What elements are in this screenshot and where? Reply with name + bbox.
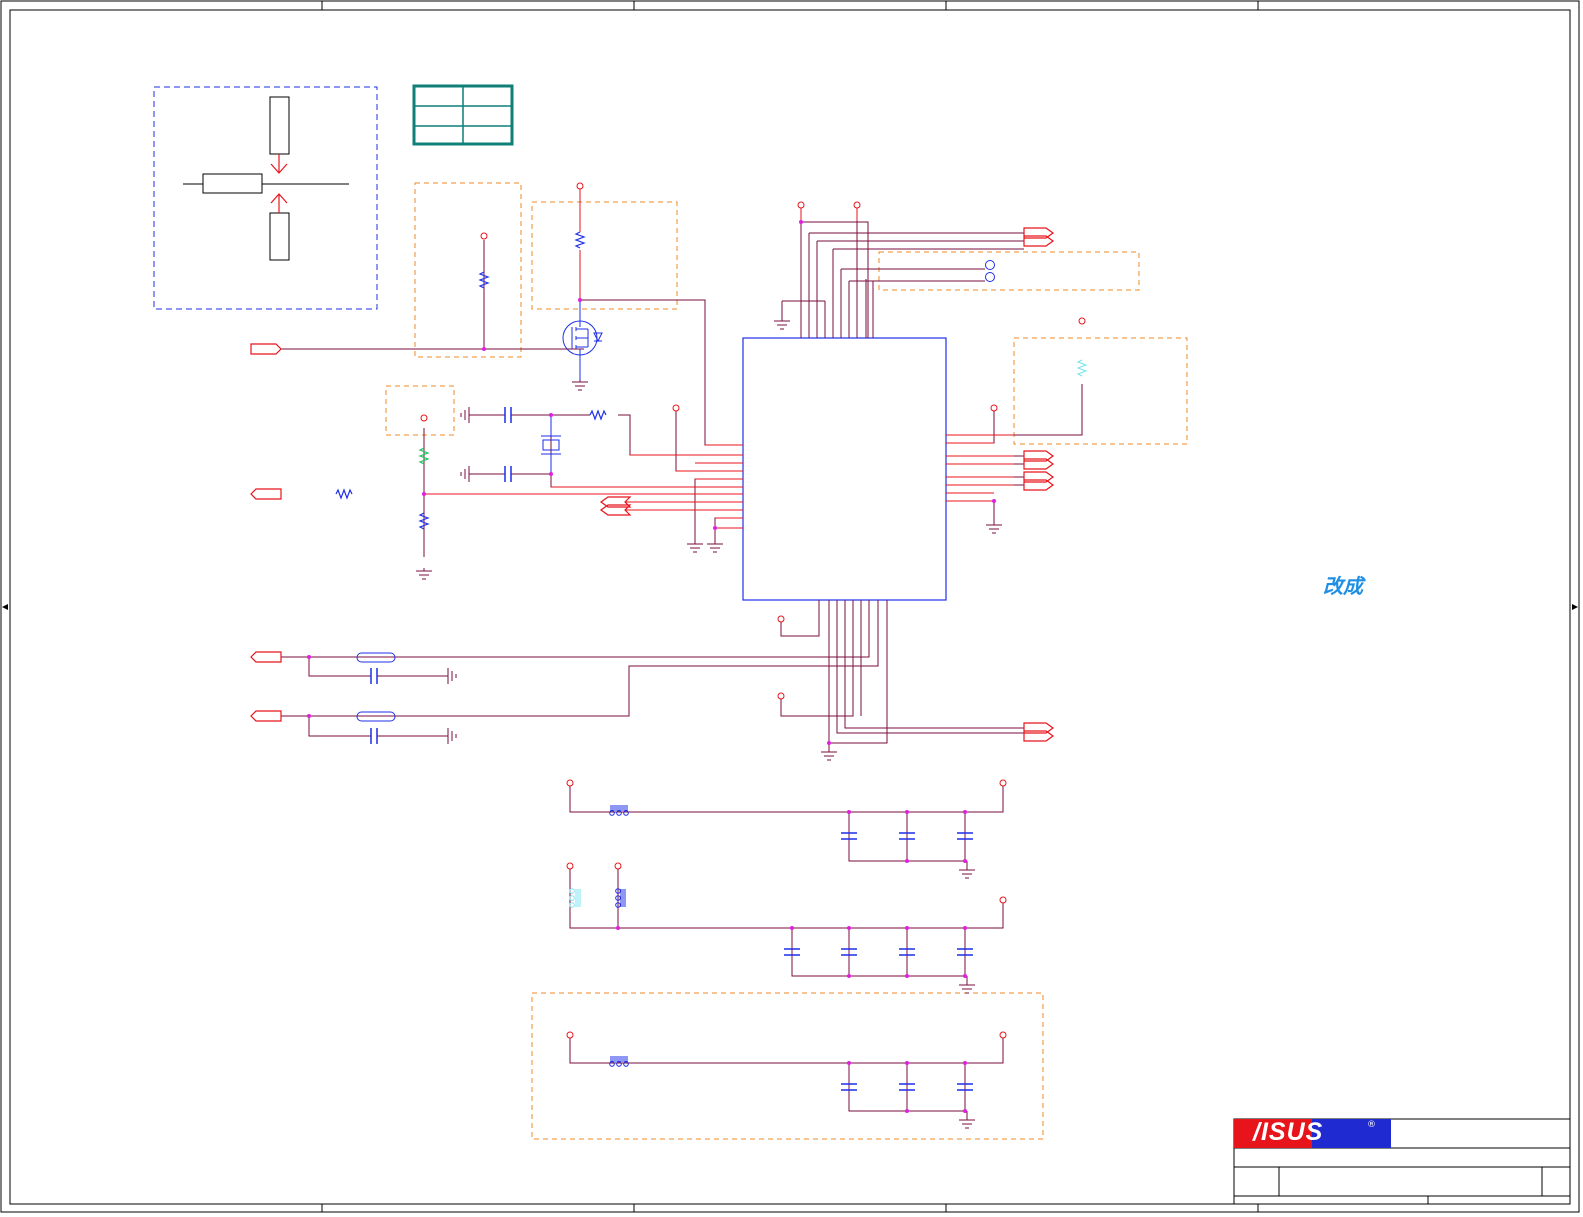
schematic-sheet [0, 0, 1580, 1213]
asus-logo: /ISUS [1253, 1118, 1324, 1146]
registered-mark: ® [1367, 1120, 1376, 1130]
cross-section-box [153, 86, 378, 310]
option-table [412, 84, 514, 146]
net-ports [250, 227, 1055, 742]
wires [281, 221, 1083, 1112]
mosfet [562, 300, 603, 380]
sheet-frame [0, 0, 1580, 1213]
frame-center-arrow-left [2, 604, 8, 610]
frame-center-arrow-right [1572, 604, 1578, 610]
test-points [356, 260, 995, 722]
ground-symbols [416, 318, 1002, 1129]
main-ic [742, 337, 947, 601]
annotation-change-note: 改成 [1323, 574, 1363, 598]
inductors [569, 805, 629, 1067]
capacitors [370, 407, 973, 1091]
option-boxes [385, 182, 1188, 1140]
resistors [335, 231, 1088, 530]
